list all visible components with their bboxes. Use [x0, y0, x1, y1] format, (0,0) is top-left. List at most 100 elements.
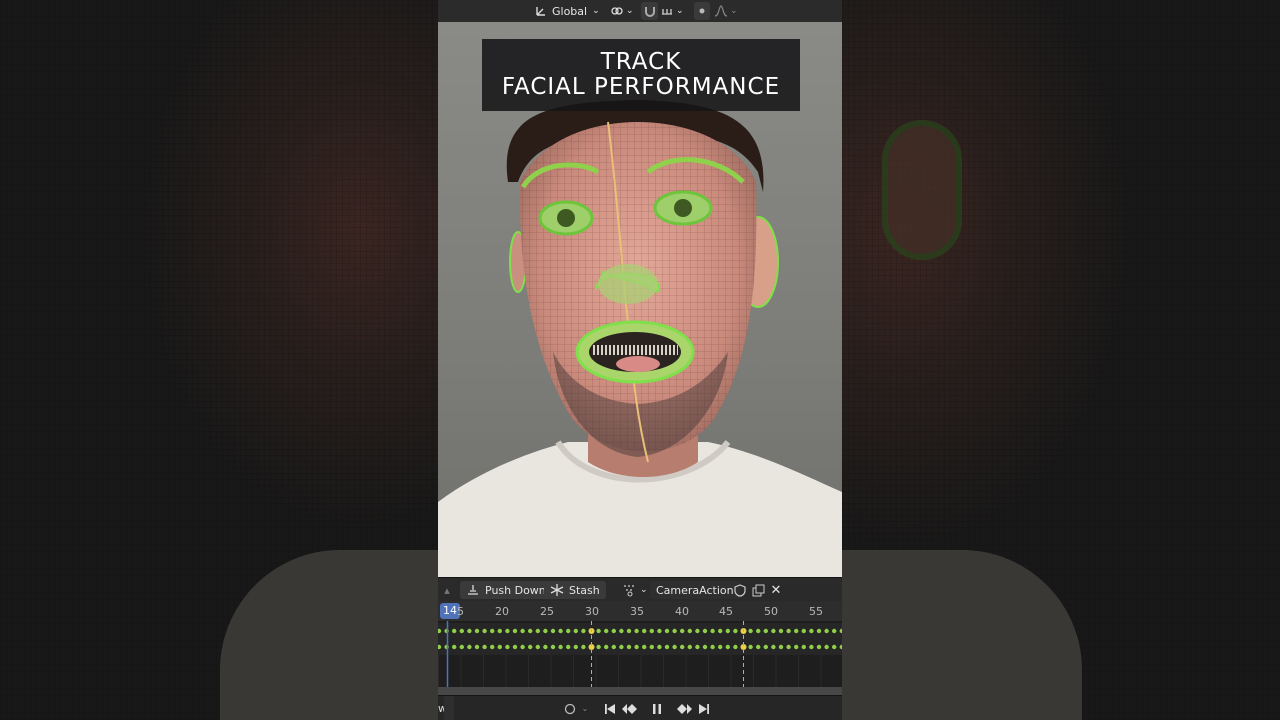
jump-to-start-button[interactable]: [602, 700, 618, 717]
keyframe[interactable]: [438, 628, 442, 634]
pause-button[interactable]: [648, 700, 666, 717]
keyframe[interactable]: [649, 628, 654, 634]
keyframe[interactable]: [459, 644, 464, 650]
fake-user-button[interactable]: [732, 581, 748, 599]
collapse-arrow-icon[interactable]: ▴: [442, 581, 452, 599]
keyframe[interactable]: [657, 628, 662, 634]
keyframe[interactable]: [535, 644, 540, 650]
keyframe[interactable]: [505, 628, 510, 634]
keyframe[interactable]: [832, 628, 837, 634]
keyframe[interactable]: [611, 628, 616, 634]
keyframe[interactable]: [748, 628, 753, 634]
keyframe[interactable]: [710, 644, 715, 650]
keyframe[interactable]: [467, 644, 472, 650]
keyframe[interactable]: [543, 644, 548, 650]
keyframe[interactable]: [438, 644, 442, 650]
keyframe[interactable]: [626, 644, 632, 650]
keyframe[interactable]: [520, 628, 525, 634]
keyframe[interactable]: [482, 644, 487, 650]
keyframe[interactable]: [490, 644, 495, 650]
keyframe[interactable]: [702, 628, 708, 634]
chevron-down-icon[interactable]: ⌄: [580, 700, 590, 717]
snap-target-dropdown[interactable]: ⌄: [660, 2, 684, 20]
keyframe[interactable]: [725, 628, 730, 634]
keyframe[interactable]: [596, 628, 601, 634]
keyframe[interactable]: [573, 628, 578, 634]
frame-ruler[interactable]: 14 5 20 25 30 35 40 45 50 55: [438, 601, 842, 621]
transform-orientation-dropdown[interactable]: Global ⌄: [534, 2, 600, 20]
keyframe[interactable]: [672, 628, 677, 634]
keyframe[interactable]: [558, 628, 563, 634]
keyframe[interactable]: [452, 644, 457, 650]
falloff-dropdown[interactable]: ⌄: [714, 2, 738, 20]
keyframe[interactable]: [695, 644, 700, 650]
keyframe[interactable]: [497, 644, 502, 650]
keyframe[interactable]: [794, 644, 799, 650]
keyframe[interactable]: [756, 628, 761, 634]
keyframe[interactable]: [604, 628, 609, 634]
dopesheet-tracks[interactable]: [438, 621, 842, 687]
keyframe[interactable]: [535, 628, 540, 634]
keyframe[interactable]: [733, 644, 738, 650]
keyframe[interactable]: [550, 628, 556, 634]
keyframe[interactable]: [680, 628, 685, 634]
keyframe[interactable]: [482, 628, 487, 634]
keyframe[interactable]: [520, 644, 525, 650]
keyframe[interactable]: [474, 628, 480, 634]
keyframe[interactable]: [550, 644, 556, 650]
keyframe[interactable]: [816, 628, 822, 634]
keyframe[interactable]: [558, 644, 563, 650]
keyframe[interactable]: [573, 644, 578, 650]
keyframe[interactable]: [801, 628, 806, 634]
keyframe[interactable]: [687, 644, 692, 650]
keyframe[interactable]: [816, 644, 822, 650]
keyframe[interactable]: [687, 628, 692, 634]
timeline-scrollbar[interactable]: [438, 687, 842, 695]
keyframe[interactable]: [528, 628, 533, 634]
keyframe[interactable]: [824, 644, 829, 650]
keyframe[interactable]: [642, 628, 647, 634]
keyframe[interactable]: [778, 644, 784, 650]
keyframe[interactable]: [543, 628, 548, 634]
keyframe[interactable]: [672, 644, 677, 650]
duplicate-action-button[interactable]: [750, 581, 766, 599]
keyframe[interactable]: [512, 644, 518, 650]
keyframe[interactable]: [718, 628, 723, 634]
proportional-edit-toggle[interactable]: [694, 2, 710, 20]
keyframe[interactable]: [452, 628, 457, 634]
jump-to-end-button[interactable]: [696, 700, 712, 717]
keyframe[interactable]: [710, 628, 715, 634]
keyframe[interactable]: [801, 644, 806, 650]
keyframe[interactable]: [664, 628, 670, 634]
keyframe[interactable]: [604, 644, 609, 650]
stash-button[interactable]: Stash: [544, 581, 606, 599]
keyframe[interactable]: [505, 644, 510, 650]
keyframe[interactable]: [566, 644, 571, 650]
keyframe[interactable]: [824, 628, 829, 634]
keyframe[interactable]: [642, 644, 647, 650]
keyframe[interactable]: [733, 628, 738, 634]
auto-keying-button[interactable]: [562, 700, 578, 717]
keyframe[interactable]: [725, 644, 730, 650]
keyframe[interactable]: [702, 644, 708, 650]
keyframe[interactable]: [771, 644, 776, 650]
keyframe[interactable]: [763, 628, 768, 634]
action-name-field[interactable]: CameraAction: [650, 581, 740, 599]
keyframe[interactable]: [581, 644, 586, 650]
keyframe[interactable]: [467, 628, 472, 634]
keyframe[interactable]: [581, 628, 586, 634]
action-browse-dropdown[interactable]: ⌄: [622, 581, 648, 599]
keyframe[interactable]: [512, 628, 518, 634]
push-down-button[interactable]: Push Down: [460, 581, 552, 599]
keyframe[interactable]: [634, 628, 639, 634]
keyframe[interactable]: [695, 628, 700, 634]
keyframe[interactable]: [778, 628, 784, 634]
jump-next-keyframe-button[interactable]: [676, 700, 694, 717]
unlink-action-button[interactable]: ✕: [768, 581, 784, 599]
keyframe[interactable]: [566, 628, 571, 634]
keyframe[interactable]: [832, 644, 837, 650]
keyframe[interactable]: [680, 644, 685, 650]
keyframe[interactable]: [718, 644, 723, 650]
keyframe[interactable]: [474, 644, 480, 650]
snap-toggle[interactable]: [641, 2, 658, 20]
